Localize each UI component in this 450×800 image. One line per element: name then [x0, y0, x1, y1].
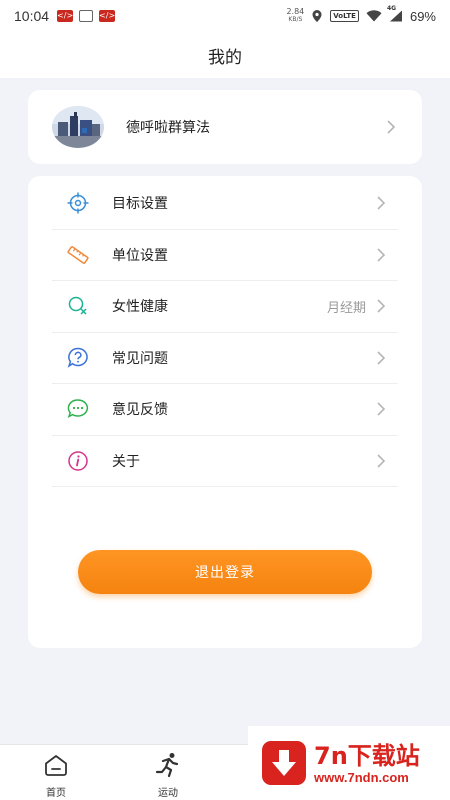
- watermark-title: 7n下载站: [314, 741, 420, 770]
- net-speed: 2.84 KB/S: [286, 8, 304, 24]
- watermark: 7n下载站 www.7ndn.com: [248, 726, 450, 800]
- download-logo-icon: [262, 741, 306, 785]
- settings-card: 目标设置 单位设置 女性健康 月经期 常见问题 意见反馈 关于 退出登录: [28, 176, 422, 648]
- profile-name: 德呼啦群算法: [126, 120, 210, 136]
- menu-item-unit-settings[interactable]: 单位设置: [52, 230, 398, 281]
- tab-label: 运动: [158, 788, 178, 799]
- wifi-icon: [366, 10, 382, 22]
- home-icon: [45, 755, 67, 776]
- tab-label: 首页: [46, 788, 66, 799]
- page-title: 我的: [208, 47, 242, 68]
- location-icon: [312, 10, 322, 22]
- status-time: 10:04: [14, 8, 50, 24]
- app-notification-icon-2: </>: [99, 10, 116, 22]
- menu-item-faq[interactable]: 常见问题: [52, 333, 398, 384]
- female-health-icon: [68, 297, 87, 315]
- cell-signal-icon: 4G: [387, 5, 403, 22]
- feedback-icon: [67, 399, 89, 419]
- running-icon: [155, 753, 179, 778]
- menu-item-female-health[interactable]: 女性健康 月经期: [52, 281, 398, 333]
- chevron-right-icon: [387, 120, 396, 134]
- page-header: 我的: [0, 32, 450, 78]
- watermark-url: www.7ndn.com: [314, 769, 409, 785]
- network-type: 4G: [386, 5, 397, 12]
- menu-label: 关于: [112, 453, 140, 470]
- menu-label: 女性健康: [112, 299, 168, 316]
- app-notification-icon: </>: [57, 10, 74, 22]
- menu-label: 常见问题: [112, 350, 168, 367]
- volte-icon: VoLTE: [330, 10, 359, 22]
- net-speed-unit: KB/S: [288, 16, 303, 23]
- menu-item-feedback[interactable]: 意见反馈: [52, 384, 398, 436]
- info-icon: [68, 451, 88, 471]
- menu-value: 月经期: [326, 300, 366, 316]
- tab-sport[interactable]: 运动: [138, 751, 198, 800]
- menu-label: 目标设置: [112, 196, 168, 213]
- menu-item-about[interactable]: 关于: [52, 436, 398, 487]
- settings-list: 目标设置 单位设置 女性健康 月经期 常见问题 意见反馈 关于: [52, 178, 398, 487]
- chevron-right-icon: [377, 454, 386, 468]
- menu-label: 意见反馈: [112, 402, 168, 419]
- chevron-right-icon: [377, 351, 386, 365]
- ruler-icon: [67, 245, 89, 264]
- battery-level: 69%: [409, 8, 436, 24]
- menu-label: 单位设置: [112, 247, 168, 264]
- menu-item-goal-settings[interactable]: 目标设置: [52, 178, 398, 230]
- avatar[interactable]: [52, 106, 104, 148]
- status-bar: 10:04 </> </> 2.84 KB/S VoLTE 4G 69%: [0, 0, 450, 32]
- image-notification-icon: [79, 10, 94, 22]
- chevron-right-icon: [377, 196, 386, 210]
- profile-card[interactable]: 德呼啦群算法: [28, 90, 422, 164]
- question-icon: [67, 347, 88, 368]
- chevron-right-icon: [377, 248, 386, 262]
- chevron-right-icon: [377, 299, 386, 313]
- logout-button[interactable]: 退出登录: [78, 550, 372, 594]
- target-icon: [67, 192, 89, 214]
- chevron-right-icon: [377, 402, 386, 416]
- tab-home[interactable]: 首页: [26, 751, 86, 800]
- net-speed-value: 2.84: [286, 7, 305, 16]
